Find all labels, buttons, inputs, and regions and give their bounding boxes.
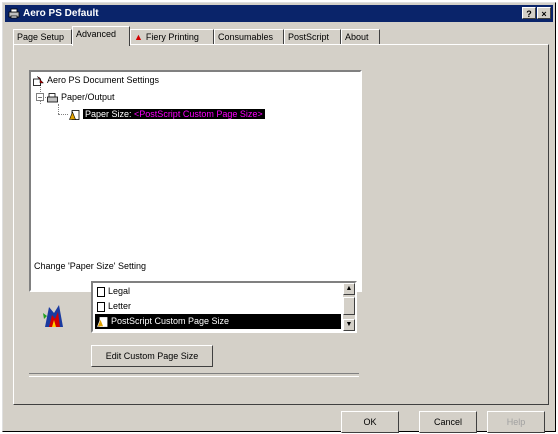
custom-size-icon — [97, 316, 108, 327]
cancel-button[interactable]: Cancel — [419, 411, 477, 433]
paper-size-value: <PostScript Custom Page Size> — [134, 109, 263, 119]
page-icon — [97, 286, 105, 297]
paper-output-icon — [47, 92, 58, 103]
tab-label: Page Setup — [17, 32, 65, 42]
settings-tree[interactable]: Aero PS Document Settings − Paper/Output… — [29, 70, 362, 292]
tab-strip: Page Setup Advanced ▲ Fiery Printing Cons… — [13, 25, 545, 46]
tab-label: Consumables — [218, 32, 274, 42]
printer-properties-dialog: Aero PS Default ? × Page Setup Advanced … — [2, 2, 556, 433]
scroll-down-button[interactable]: ▼ — [343, 319, 355, 331]
separator — [29, 373, 359, 377]
fiery-logo-icon — [43, 305, 63, 327]
tab-postscript[interactable]: PostScript — [284, 29, 341, 45]
tree-group-label: Paper/Output — [61, 92, 115, 102]
tab-about[interactable]: About — [341, 29, 380, 45]
tree-group-paper-output[interactable]: Paper/Output — [47, 91, 115, 103]
option-letter: Letter — [108, 301, 132, 311]
tree-item-paper-size[interactable]: Paper Size: <PostScript Custom Page Size… — [69, 108, 265, 120]
tree-root[interactable]: Aero PS Document Settings — [33, 74, 159, 86]
collapse-toggle[interactable]: − — [36, 93, 44, 102]
tab-label: Advanced — [76, 29, 117, 39]
help-button[interactable]: Help — [487, 411, 545, 433]
selected-setting: Paper Size: <PostScript Custom Page Size… — [83, 109, 265, 119]
page-icon — [97, 301, 105, 312]
ok-button[interactable]: OK — [341, 411, 399, 433]
tab-page-setup[interactable]: Page Setup — [13, 29, 72, 45]
tab-label: PostScript — [288, 32, 330, 42]
list-item[interactable]: Letter — [95, 299, 341, 314]
paper-size-icon — [69, 109, 80, 120]
advanced-tab-panel: Aero PS Document Settings − Paper/Output… — [13, 44, 549, 405]
tab-label: Fiery Printing — [145, 32, 199, 42]
list-item[interactable]: Legal — [95, 284, 341, 299]
printer-icon — [8, 8, 20, 19]
close-button[interactable]: × — [537, 7, 551, 19]
change-setting-label: Change 'Paper Size' Setting — [34, 261, 147, 271]
scroll-up-button[interactable]: ▲ — [343, 283, 355, 295]
fiery-flame-icon: ▲ — [134, 32, 143, 42]
help-title-button[interactable]: ? — [522, 7, 536, 19]
list-item-selected[interactable]: PostScript Custom Page Size — [95, 314, 341, 329]
title-bar: Aero PS Default ? × — [5, 5, 553, 22]
scroll-thumb[interactable] — [343, 297, 355, 315]
window-title: Aero PS Default — [23, 8, 99, 19]
paper-size-listbox[interactable]: Legal Letter PostScript Custom Page Size… — [91, 281, 357, 333]
tab-label: About — [345, 32, 369, 42]
edit-custom-page-size-button[interactable]: Edit Custom Page Size — [91, 345, 213, 367]
document-settings-icon — [33, 75, 44, 86]
tab-fiery-printing[interactable]: ▲ Fiery Printing — [130, 29, 214, 45]
option-legal: Legal — [108, 286, 131, 296]
tab-advanced[interactable]: Advanced — [72, 26, 130, 46]
tree-root-label: Aero PS Document Settings — [47, 75, 160, 85]
listbox-scrollbar[interactable]: ▲ ▼ — [343, 283, 355, 331]
option-postscript-custom: PostScript Custom Page Size — [111, 316, 230, 326]
tab-consumables[interactable]: Consumables — [214, 29, 284, 45]
paper-size-label: Paper Size: — [85, 109, 132, 119]
